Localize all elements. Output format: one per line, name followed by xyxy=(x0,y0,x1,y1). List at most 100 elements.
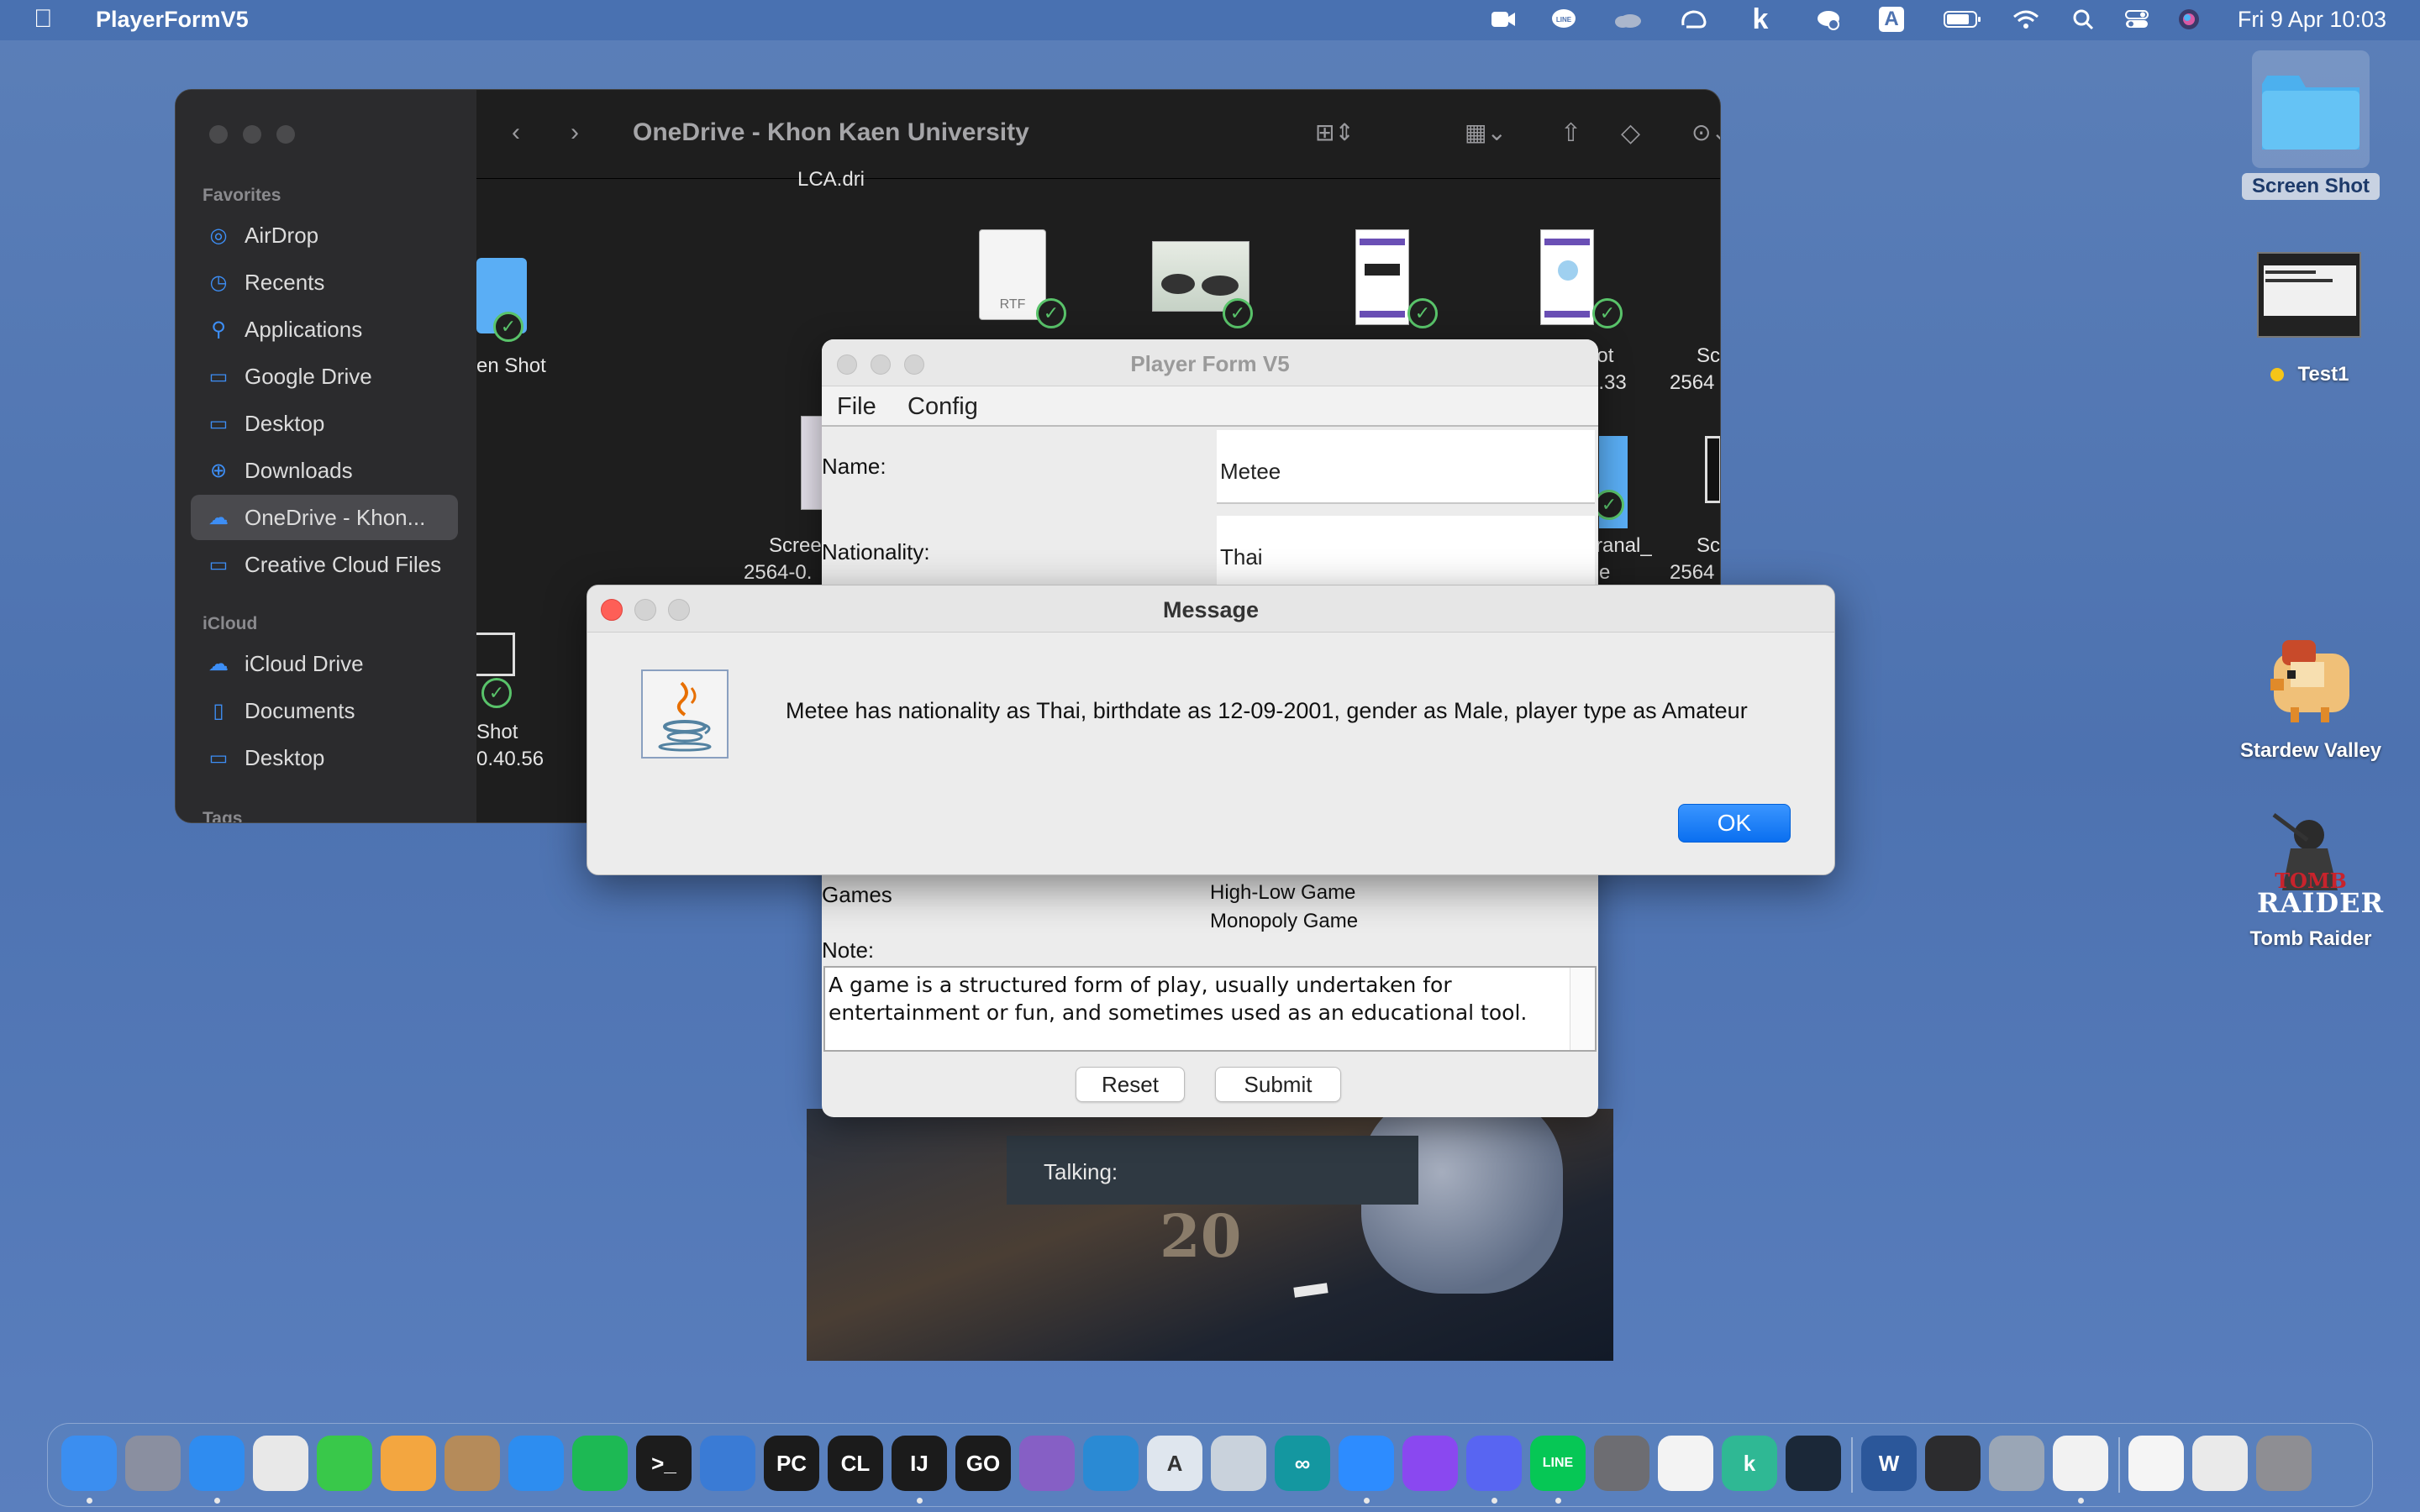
line-icon[interactable]: LINE xyxy=(1530,1436,1586,1491)
desktop-file-test1[interactable] xyxy=(2257,252,2361,338)
generic-app-icon[interactable] xyxy=(1211,1436,1266,1491)
minimize-button[interactable] xyxy=(243,125,261,144)
tomb-raider-icon[interactable]: TOMB RAIDER xyxy=(2257,806,2383,924)
list-item[interactable]: Monopoly Game xyxy=(1210,907,1588,936)
zoom-button[interactable] xyxy=(276,125,295,144)
name-field[interactable]: Metee xyxy=(1217,430,1595,504)
sidebar-item-icloud-desktop[interactable]: ▭ Desktop xyxy=(191,735,458,780)
tags-heading: Tags xyxy=(203,809,243,823)
back-chevron-icon[interactable]: ‹ xyxy=(512,118,520,147)
rtf-file-icon[interactable]: RTF xyxy=(979,229,1046,320)
safari-icon[interactable] xyxy=(189,1436,245,1491)
more-actions-icon[interactable]: ⊙⌄ xyxy=(1691,118,1720,146)
stardew-valley-icon[interactable] xyxy=(2257,620,2365,727)
note-textarea[interactable]: A game is a structured form of play, usu… xyxy=(823,966,1597,1052)
system-preferences-icon[interactable] xyxy=(1594,1436,1649,1491)
active-app-name[interactable]: PlayerFormV5 xyxy=(96,7,249,33)
group-icon[interactable]: ▦⌄ xyxy=(1465,118,1507,146)
line-status-icon[interactable]: LINE xyxy=(1549,7,1578,32)
screenshot-thumbnail[interactable] xyxy=(476,633,515,676)
photo-number: 20 xyxy=(1160,1201,1242,1271)
launchpad-icon[interactable] xyxy=(125,1436,181,1491)
quicktime-icon[interactable] xyxy=(1925,1436,1981,1491)
menu-config[interactable]: Config xyxy=(908,393,978,421)
menu-file[interactable]: File xyxy=(837,393,876,421)
pycharm-icon[interactable]: PC xyxy=(764,1436,819,1491)
trash-icon[interactable] xyxy=(2256,1436,2312,1491)
screenshot-thumbnail[interactable] xyxy=(1355,229,1409,325)
wifi-icon[interactable] xyxy=(2012,7,2040,32)
terminal-icon[interactable]: >_ xyxy=(636,1436,692,1491)
screenshot-thumbnail[interactable] xyxy=(1540,229,1594,325)
finder-icon[interactable] xyxy=(61,1436,117,1491)
submit-button[interactable]: Submit xyxy=(1215,1067,1341,1102)
kotlin-icon[interactable]: k xyxy=(1722,1436,1777,1491)
chrome-icon[interactable] xyxy=(253,1436,308,1491)
xcode-icon[interactable] xyxy=(700,1436,755,1491)
zoom-status-icon[interactable] xyxy=(1489,7,1518,32)
messenger-icon[interactable] xyxy=(1402,1436,1458,1491)
anaconda-icon[interactable]: A xyxy=(1147,1436,1202,1491)
creative-cloud-icon[interactable] xyxy=(1679,7,1707,32)
sidebar-item-desktop[interactable]: ▭ Desktop xyxy=(191,401,458,446)
contacts-icon[interactable] xyxy=(445,1436,500,1491)
vscode-icon[interactable] xyxy=(1083,1436,1139,1491)
spotify-icon[interactable] xyxy=(572,1436,628,1491)
sidebar-item-documents[interactable]: ▯ Documents xyxy=(191,688,458,733)
note-scrollbar[interactable] xyxy=(1570,968,1595,1050)
ok-button[interactable]: OK xyxy=(1678,804,1791,843)
word-icon[interactable]: W xyxy=(1861,1436,1917,1491)
desktop-icon-label: Tomb Raider xyxy=(2249,927,2372,950)
sidebar-item-applications[interactable]: ⚲ Applications xyxy=(191,307,458,352)
screenshot-thumbnail[interactable] xyxy=(1705,436,1720,503)
list-item[interactable]: High-Low Game xyxy=(1210,879,1588,907)
onedrive-status-icon[interactable] xyxy=(1613,7,1642,32)
discord-icon[interactable] xyxy=(1466,1436,1522,1491)
running-indicator xyxy=(1491,1498,1497,1504)
input-source-icon[interactable]: A xyxy=(1879,7,1904,32)
cloud-sync-icon[interactable] xyxy=(1813,7,1842,32)
nationality-field[interactable]: Thai xyxy=(1217,516,1595,590)
sidebar-item-icloud-drive[interactable]: ☁ iCloud Drive xyxy=(191,641,458,686)
clion-icon[interactable]: CL xyxy=(828,1436,883,1491)
siri-icon[interactable] xyxy=(2175,7,2203,32)
sidebar-item-airdrop[interactable]: ◎ AirDrop xyxy=(191,213,458,258)
tag-icon[interactable]: ◇ xyxy=(1621,118,1640,148)
icon-view-icon[interactable]: ⊞⇕ xyxy=(1315,118,1355,146)
downloads-stack-icon[interactable] xyxy=(2192,1436,2248,1491)
menu-clock[interactable]: Fri 9 Apr 10:03 xyxy=(2238,7,2386,33)
visual-studio-icon[interactable] xyxy=(1019,1436,1075,1491)
close-button[interactable] xyxy=(209,125,228,144)
photos-icon[interactable] xyxy=(381,1436,436,1491)
player-form-titlebar[interactable]: Player Form V5 xyxy=(822,339,1598,386)
sidebar-item-google-drive[interactable]: ▭ Google Drive xyxy=(191,354,458,399)
app-store-icon[interactable] xyxy=(508,1436,564,1491)
textedit-icon[interactable] xyxy=(1658,1436,1713,1491)
goland-icon[interactable]: GO xyxy=(955,1436,1011,1491)
sidebar-item-creative-cloud[interactable]: ▭ Creative Cloud Files xyxy=(191,542,458,587)
sidebar-item-recents[interactable]: ◷ Recents xyxy=(191,260,458,305)
document-stack-icon[interactable] xyxy=(2128,1436,2184,1491)
arduino-icon[interactable]: ∞ xyxy=(1275,1436,1330,1491)
kite-status-icon[interactable]: k xyxy=(1746,3,1775,35)
java-icon xyxy=(641,669,729,759)
preview-icon[interactable] xyxy=(1989,1436,2044,1491)
battery-icon[interactable] xyxy=(1943,7,1983,32)
share-icon[interactable]: ⇧ xyxy=(1560,118,1581,148)
intellij-icon[interactable]: IJ xyxy=(892,1436,947,1491)
steam-icon[interactable] xyxy=(1786,1436,1841,1491)
sidebar-item-onedrive[interactable]: ☁ OneDrive - Khon... xyxy=(191,495,458,540)
games-list[interactable]: High-Low Game Monopoly Game xyxy=(1210,879,1588,936)
reset-button[interactable]: Reset xyxy=(1076,1067,1185,1102)
sidebar-item-downloads[interactable]: ⊕ Downloads xyxy=(191,448,458,493)
messages-icon[interactable] xyxy=(317,1436,372,1491)
forward-chevron-icon[interactable]: › xyxy=(571,118,579,147)
zoom-icon[interactable] xyxy=(1339,1436,1394,1491)
desktop-folder-screen-shot[interactable] xyxy=(2252,50,2370,168)
java-icon[interactable] xyxy=(2053,1436,2108,1491)
apple-menu-icon[interactable]:  xyxy=(34,5,53,34)
icloud-heading: iCloud xyxy=(203,614,258,633)
control-center-icon[interactable] xyxy=(2123,7,2151,32)
message-titlebar[interactable]: Message xyxy=(587,585,1834,633)
spotlight-search-icon[interactable] xyxy=(2069,7,2097,32)
